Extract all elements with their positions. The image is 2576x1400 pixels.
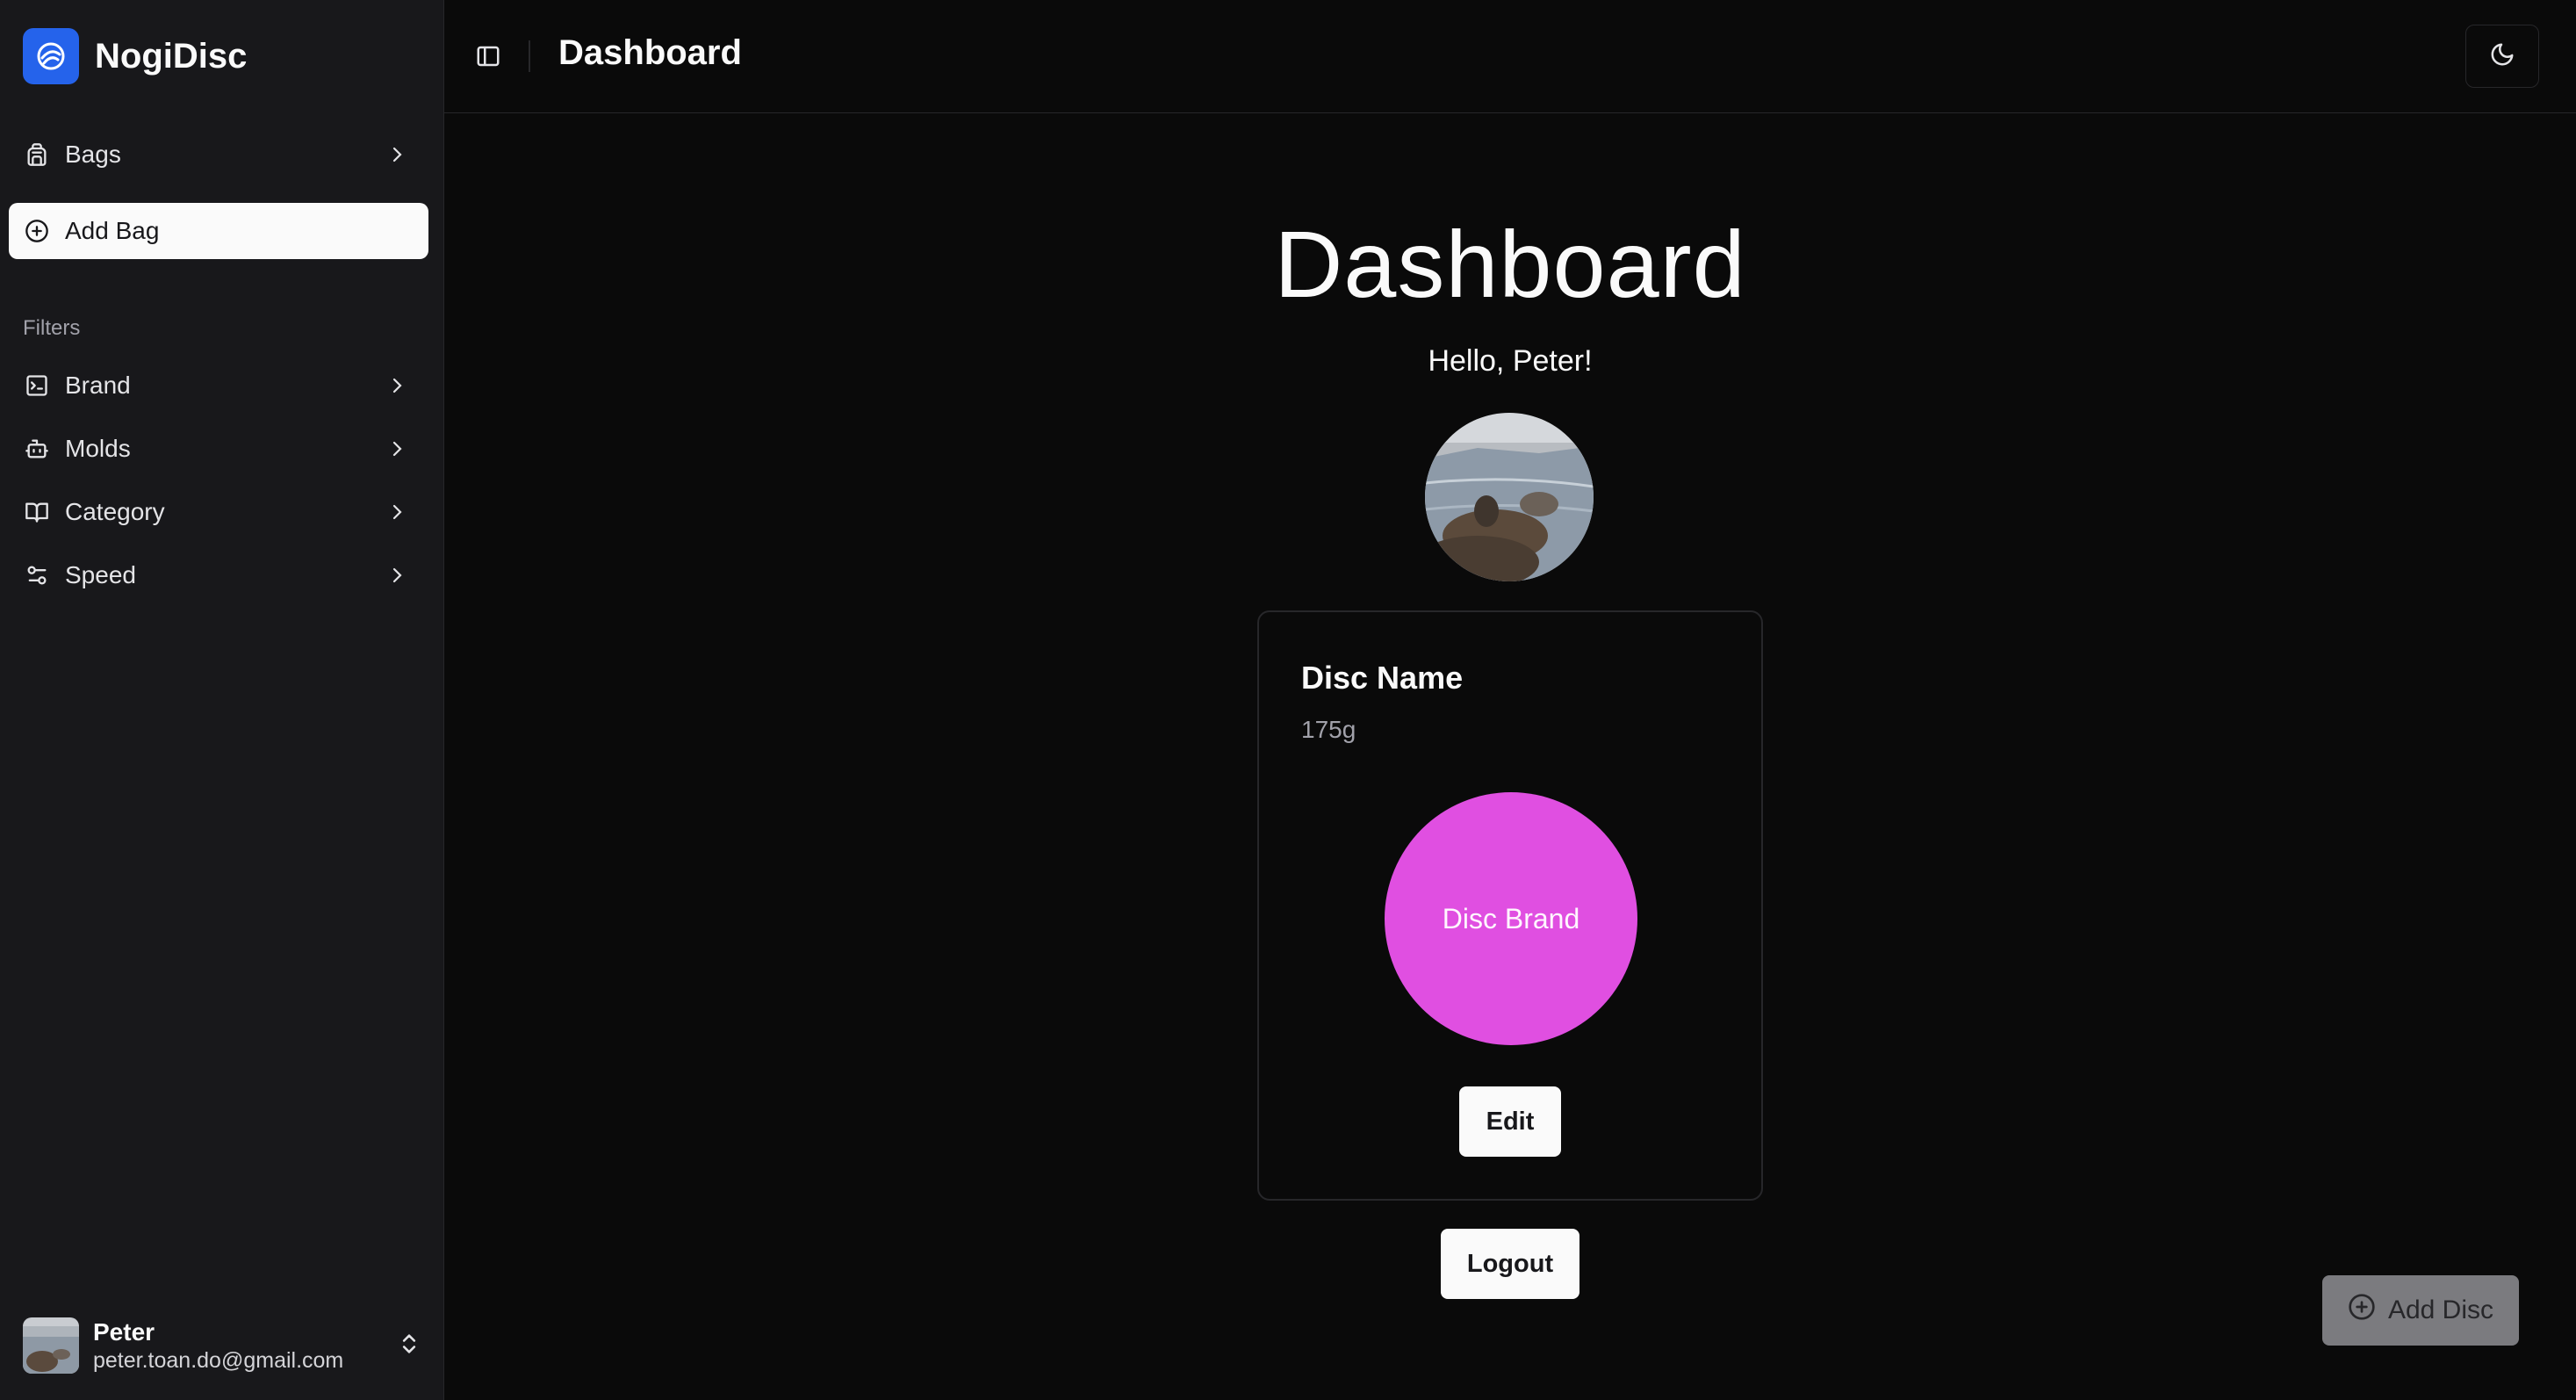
sidebar-item-add-bag[interactable]: Add Bag (9, 203, 428, 259)
greeting-text: Hello, Peter! (1428, 344, 1593, 378)
nogidisc-logo-icon (23, 28, 79, 84)
header-divider (529, 40, 530, 72)
disc-card: Disc Name 175g Disc Brand Edit (1257, 610, 1763, 1201)
sidebar: NogiDisc Bags Add Bag Filters Brand Mold… (0, 0, 444, 1400)
sidebar-item-label: Category (65, 498, 165, 525)
chevron-right-icon (385, 563, 409, 588)
sidebar-item-molds[interactable]: Molds (9, 421, 428, 477)
book-open-icon (23, 498, 51, 526)
edit-button[interactable]: Edit (1459, 1086, 1561, 1157)
sidebar-item-label: Brand (65, 372, 131, 399)
profile-avatar (1425, 413, 1594, 581)
moon-icon (2489, 41, 2515, 72)
sidebar-item-label: Add Bag (65, 217, 160, 244)
sidebar-item-category[interactable]: Category (9, 484, 428, 540)
avatar (23, 1317, 79, 1374)
logout-button[interactable]: Logout (1441, 1229, 1579, 1299)
page-title: Dashboard (558, 33, 742, 72)
sliders-icon (23, 561, 51, 589)
user-menu[interactable]: Peter peter.toan.do@gmail.com (23, 1316, 421, 1375)
plus-circle-icon (23, 217, 51, 245)
sidebar-item-label: Speed (65, 561, 136, 588)
dashboard-heading: Dashboard (1274, 211, 1746, 317)
brand[interactable]: NogiDisc (23, 28, 247, 84)
chevron-right-icon (385, 437, 409, 461)
app-name: NogiDisc (95, 36, 248, 76)
backpack-icon (23, 141, 51, 169)
sidebar-item-brand[interactable]: Brand (9, 357, 428, 414)
theme-toggle-button[interactable] (2465, 25, 2539, 88)
chevron-right-icon (385, 500, 409, 524)
sidebar-item-bags[interactable]: Bags (9, 126, 428, 183)
chevron-right-icon (385, 142, 409, 167)
chevrons-up-down-icon (397, 1331, 421, 1360)
disc-weight: 175g (1301, 716, 1356, 743)
terminal-square-icon (23, 372, 51, 400)
disc-brand-circle: Disc Brand (1385, 792, 1637, 1045)
sidebar-item-label: Molds (65, 435, 131, 462)
disc-name: Disc Name (1301, 660, 1464, 696)
filters-group-label: Filters (23, 316, 81, 340)
add-disc-button[interactable]: Add Disc (2322, 1275, 2519, 1346)
bot-icon (23, 435, 51, 463)
add-disc-label: Add Disc (2387, 1295, 2494, 1324)
disc-brand-label: Disc Brand (1442, 902, 1580, 935)
plus-circle-icon (2348, 1293, 2376, 1328)
sidebar-item-speed[interactable]: Speed (9, 547, 428, 603)
sidebar-item-label: Bags (65, 141, 121, 168)
sidebar-toggle-icon[interactable] (471, 39, 506, 74)
user-name: Peter (93, 1317, 155, 1346)
user-email: peter.toan.do@gmail.com (93, 1347, 344, 1373)
top-header: Dashboard (444, 0, 2576, 113)
chevron-right-icon (385, 373, 409, 398)
